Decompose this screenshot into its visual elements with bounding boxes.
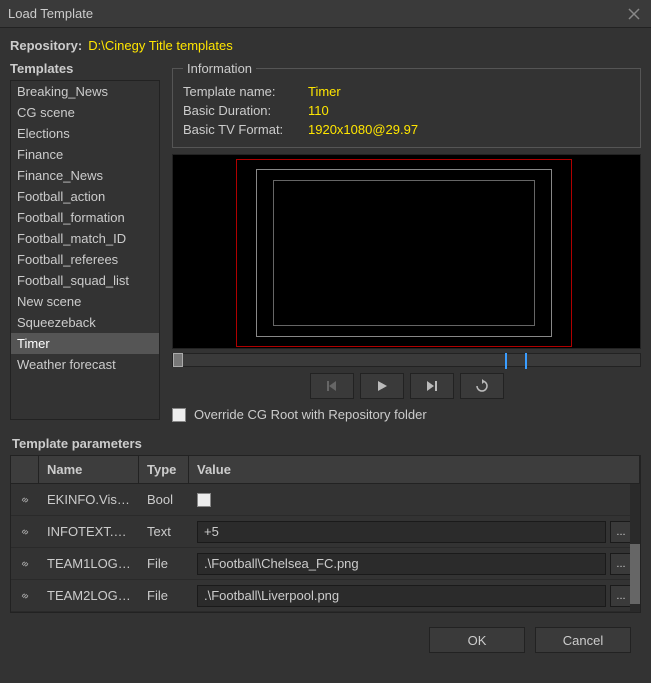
parameter-value-cell: ...	[189, 521, 640, 543]
template-item[interactable]: CG scene	[11, 102, 159, 123]
parameter-name: TEAM1LOGO.File	[39, 556, 139, 571]
row-link-icon-cell[interactable]	[11, 525, 39, 539]
browse-button[interactable]: ...	[610, 585, 632, 607]
parameters-table: Name Type Value EKINFO.VisibleBoolINFOTE…	[10, 455, 641, 613]
information-group: Information Template name:TimerBasic Dur…	[172, 61, 641, 148]
row-link-icon-cell[interactable]	[11, 557, 39, 571]
parameter-checkbox[interactable]	[197, 493, 211, 507]
header-icon-col	[11, 456, 39, 483]
title-bar: Load Template	[0, 0, 651, 28]
parameter-name: EKINFO.Visible	[39, 492, 139, 507]
templates-title: Templates	[10, 61, 160, 76]
info-value: 110	[308, 103, 329, 118]
play-icon	[374, 379, 390, 393]
parameters-title: Template parameters	[12, 436, 641, 451]
next-frame-icon	[424, 379, 440, 393]
override-row: Override CG Root with Repository folder	[172, 405, 641, 422]
timeline-thumb[interactable]	[173, 353, 183, 367]
prev-frame-button[interactable]	[310, 373, 354, 399]
window-title: Load Template	[8, 6, 625, 21]
link-icon	[19, 493, 31, 507]
info-label: Template name:	[183, 84, 308, 99]
play-button[interactable]	[360, 373, 404, 399]
loop-button[interactable]	[460, 373, 504, 399]
link-icon	[19, 589, 31, 603]
browse-button[interactable]: ...	[610, 521, 632, 543]
row-link-icon-cell[interactable]	[11, 493, 39, 507]
ok-button[interactable]: OK	[429, 627, 525, 653]
parameter-value-cell	[189, 493, 640, 507]
preview-guide-inner	[273, 180, 535, 326]
repository-value: D:\Cinegy Title templates	[88, 38, 233, 53]
repository-label: Repository:	[10, 38, 82, 53]
override-label: Override CG Root with Repository folder	[194, 407, 427, 422]
loop-icon	[474, 379, 490, 393]
template-item[interactable]: Breaking_News	[11, 81, 159, 102]
header-value[interactable]: Value	[189, 456, 640, 483]
parameter-row: TEAM1LOGO.FileFile...	[11, 548, 640, 580]
info-label: Basic Duration:	[183, 103, 308, 118]
template-item[interactable]: Football_match_ID	[11, 228, 159, 249]
browse-button[interactable]: ...	[610, 553, 632, 575]
parameter-row: INFOTEXT.TextText...	[11, 516, 640, 548]
parameter-input[interactable]	[197, 553, 606, 575]
link-icon	[19, 557, 31, 571]
dialog-footer: OK Cancel	[10, 613, 641, 663]
info-row: Basic TV Format:1920x1080@29.97	[183, 120, 630, 139]
preview-area	[172, 154, 641, 349]
next-frame-button[interactable]	[410, 373, 454, 399]
template-item[interactable]: Football_referees	[11, 249, 159, 270]
parameter-row: TEAM2LOGO.FileFile...	[11, 580, 640, 612]
header-name[interactable]: Name	[39, 456, 139, 483]
parameter-input[interactable]	[197, 585, 606, 607]
parameter-value-cell: ...	[189, 553, 640, 575]
info-label: Basic TV Format:	[183, 122, 308, 137]
info-value: 1920x1080@29.97	[308, 122, 418, 137]
template-item[interactable]: Football_formation	[11, 207, 159, 228]
template-item[interactable]: Elections	[11, 123, 159, 144]
parameter-type: File	[139, 588, 189, 603]
template-item[interactable]: Finance	[11, 144, 159, 165]
parameter-value-cell: ...	[189, 585, 640, 607]
close-button[interactable]	[625, 5, 643, 23]
playback-controls	[172, 373, 641, 399]
repository-row: Repository: D:\Cinegy Title templates	[10, 38, 641, 53]
override-checkbox[interactable]	[172, 408, 186, 422]
row-link-icon-cell[interactable]	[11, 589, 39, 603]
parameter-type: Text	[139, 524, 189, 539]
timeline-mark-out[interactable]	[525, 353, 527, 369]
header-type[interactable]: Type	[139, 456, 189, 483]
timeline-mark-in[interactable]	[505, 353, 507, 369]
template-item[interactable]: Football_squad_list	[11, 270, 159, 291]
information-legend: Information	[183, 61, 256, 76]
template-item[interactable]: Weather forecast	[11, 354, 159, 375]
close-icon	[628, 8, 640, 20]
template-item[interactable]: Squeezeback	[11, 312, 159, 333]
info-row: Template name:Timer	[183, 82, 630, 101]
template-item[interactable]: Finance_News	[11, 165, 159, 186]
cancel-button[interactable]: Cancel	[535, 627, 631, 653]
info-row: Basic Duration:110	[183, 101, 630, 120]
parameters-scrollbar-track[interactable]	[630, 484, 640, 612]
info-value: Timer	[308, 84, 341, 99]
timeline-slider[interactable]	[172, 353, 641, 367]
parameter-name: TEAM2LOGO.File	[39, 588, 139, 603]
link-icon	[19, 525, 31, 539]
template-item[interactable]: Football_action	[11, 186, 159, 207]
template-item[interactable]: New scene	[11, 291, 159, 312]
parameter-type: File	[139, 556, 189, 571]
parameters-header-row: Name Type Value	[11, 456, 640, 484]
parameter-name: INFOTEXT.Text	[39, 524, 139, 539]
templates-list[interactable]: Breaking_NewsCG sceneElectionsFinanceFin…	[10, 80, 160, 420]
parameter-row: EKINFO.VisibleBool	[11, 484, 640, 516]
template-item[interactable]: Timer	[11, 333, 159, 354]
prev-frame-icon	[324, 379, 340, 393]
parameter-type: Bool	[139, 492, 189, 507]
parameters-scrollbar-thumb[interactable]	[630, 544, 640, 604]
parameter-input[interactable]	[197, 521, 606, 543]
